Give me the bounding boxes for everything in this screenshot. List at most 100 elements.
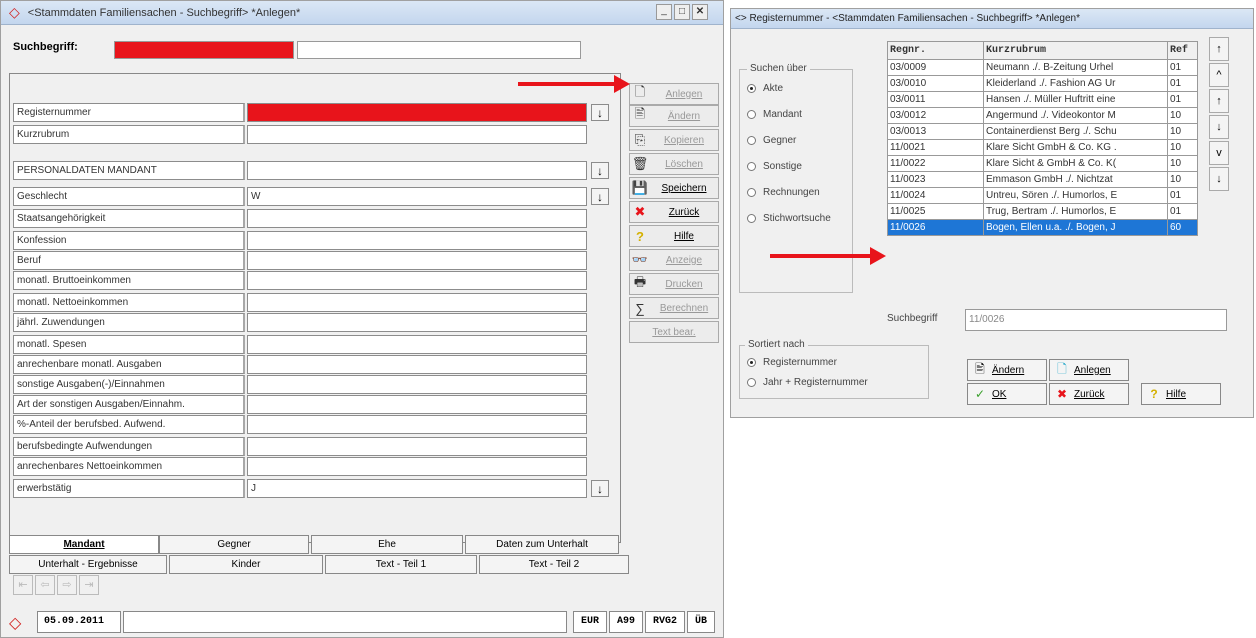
sort-option-jahr[interactable]: Jahr + Registernummer — [747, 377, 868, 388]
prev-record-icon[interactable]: ⇦ — [35, 575, 55, 595]
ok-button[interactable]: ✓ OK — [967, 383, 1047, 405]
field-input[interactable]: J — [247, 479, 587, 498]
radio-button[interactable] — [747, 136, 756, 145]
radio-registernummer[interactable] — [747, 358, 756, 367]
dropdown-arrow-icon[interactable]: ↓ — [591, 188, 609, 205]
table-cell: 03/0012 — [887, 107, 984, 124]
column-header[interactable]: Kurzrubrum — [983, 41, 1168, 60]
button-drucken[interactable]: 🖶 Drucken — [629, 273, 719, 295]
table-row[interactable]: 11/0026 Bogen, Ellen u.a. ./. Bogen, J 60 — [887, 219, 1198, 236]
checkmark-icon: ✓ — [974, 387, 986, 401]
field-input[interactable] — [247, 457, 587, 476]
scroll-top-icon[interactable]: ↑ — [1209, 37, 1229, 61]
search-input-red[interactable] — [114, 41, 294, 59]
tab-kinder[interactable]: Kinder — [169, 555, 323, 574]
button-zurück[interactable]: ✖ Zurück — [629, 201, 719, 223]
search-over-option[interactable]: Mandant — [747, 109, 802, 120]
close-icon[interactable]: ✕ — [692, 4, 708, 20]
tab-text-teil-1[interactable]: Text - Teil 1 — [325, 555, 477, 574]
maximize-icon[interactable]: □ — [674, 4, 690, 20]
table-row[interactable]: 03/0013 Containerdienst Berg ./. Schu 10 — [887, 123, 1198, 140]
last-record-icon[interactable]: ⇥ — [79, 575, 99, 595]
table-row[interactable]: 11/0024 Untreu, Sören ./. Humorlos, E 01 — [887, 187, 1198, 204]
radio-button[interactable] — [747, 162, 756, 171]
search-over-option[interactable]: Akte — [747, 83, 783, 94]
field-input[interactable] — [247, 161, 587, 180]
field-input[interactable] — [247, 415, 587, 434]
search-input[interactable] — [297, 41, 581, 59]
tab-gegner[interactable]: Gegner — [159, 535, 309, 554]
button-berechnen[interactable]: ∑ Berechnen — [629, 297, 719, 319]
tab-daten-zum-unterhalt[interactable]: Daten zum Unterhalt — [465, 535, 619, 554]
field-input[interactable] — [247, 103, 587, 122]
field-input[interactable] — [247, 251, 587, 270]
button-kopieren[interactable]: ⎘ Kopieren — [629, 129, 719, 151]
page-down-icon[interactable]: v — [1209, 141, 1229, 165]
dropdown-arrow-icon[interactable]: ↓ — [591, 162, 609, 179]
line-down-icon[interactable]: ↓ — [1209, 115, 1229, 139]
field-input[interactable] — [247, 375, 587, 394]
anlegen-button[interactable]: 🗋 Anlegen — [1049, 359, 1129, 381]
table-row[interactable]: 11/0022 Klare Sicht & GmbH & Co. K(10 — [887, 155, 1198, 172]
table-row[interactable]: 03/0010 Kleiderland ./. Fashion AG Ur 01 — [887, 75, 1198, 92]
button-hilfe[interactable]: ? Hilfe — [629, 225, 719, 247]
register-table[interactable]: Regnr. Kurzrubrum Ref 03/0009 Neumann ./. B… — [887, 41, 1198, 236]
table-row[interactable]: 03/0012 Angermund ./. Videokontor M 10 — [887, 107, 1198, 124]
button-löschen[interactable]: 🗑 Löschen — [629, 153, 719, 175]
first-record-icon[interactable]: ⇤ — [13, 575, 33, 595]
button-ändern[interactable]: 🖹 Ändern — [629, 105, 719, 127]
field-input[interactable] — [247, 125, 587, 144]
search-over-option[interactable]: Rechnungen — [747, 187, 820, 198]
stammdaten-titlebar: ◇ <Stammdaten Familiensachen - Suchbegri… — [1, 1, 723, 25]
table-row[interactable]: 03/0011 Hansen ./. Müller Huftritt eine 01 — [887, 91, 1198, 108]
tab-mandant[interactable]: Mandant — [9, 535, 159, 554]
button-text-bear-[interactable]: Text bear. — [629, 321, 719, 343]
line-up-icon[interactable]: ↑ — [1209, 89, 1229, 113]
dropdown-arrow-icon[interactable]: ↓ — [591, 104, 609, 121]
field-input[interactable] — [247, 335, 587, 354]
next-record-icon[interactable]: ⇨ — [57, 575, 77, 595]
radio-button[interactable] — [747, 214, 756, 223]
search-over-option[interactable]: Sonstige — [747, 161, 802, 172]
field-input[interactable] — [247, 437, 587, 456]
table-row[interactable]: 11/0025 Trug, Bertram ./. Humorlos, E 01 — [887, 203, 1198, 220]
field-input[interactable] — [247, 313, 587, 332]
suchbegriff-input[interactable]: 11/0026 — [965, 309, 1227, 331]
radio-button[interactable] — [747, 84, 756, 93]
field-input[interactable] — [247, 293, 587, 312]
tab-ehe[interactable]: Ehe — [311, 535, 463, 554]
minimize-icon[interactable]: _ — [656, 4, 672, 20]
column-header[interactable]: Ref — [1167, 41, 1198, 60]
radio-button[interactable] — [747, 188, 756, 197]
search-over-option[interactable]: Gegner — [747, 135, 796, 146]
column-header[interactable]: Regnr. — [887, 41, 984, 60]
table-row[interactable]: 03/0009 Neumann ./. B-Zeitung Urhel 01 — [887, 59, 1198, 76]
field-input[interactable]: W — [247, 187, 587, 206]
tab-text-teil-2[interactable]: Text - Teil 2 — [479, 555, 629, 574]
table-row[interactable]: 11/0021 Klare Sicht GmbH & Co. KG . 10 — [887, 139, 1198, 156]
tab-unterhalt-ergebnisse[interactable]: Unterhalt - Ergebnisse — [9, 555, 167, 574]
dropdown-arrow-icon[interactable]: ↓ — [591, 480, 609, 497]
search-over-option[interactable]: Stichwortsuche — [747, 213, 831, 224]
table-cell: 01 — [1167, 187, 1198, 204]
field-input[interactable] — [247, 209, 587, 228]
zurueck-button[interactable]: ✖ Zurück — [1049, 383, 1129, 405]
page-up-icon[interactable]: ^ — [1209, 63, 1229, 87]
radio-button[interactable] — [747, 110, 756, 119]
table-row[interactable]: 11/0023 Emmason GmbH ./. Nichtzat 10 — [887, 171, 1198, 188]
table-cell: 01 — [1167, 203, 1198, 220]
scroll-bottom-icon[interactable]: ↓ — [1209, 167, 1229, 191]
sort-option-registernummer[interactable]: Registernummer — [747, 357, 837, 368]
field-input[interactable] — [247, 395, 587, 414]
field-label: monatl. Bruttoeinkommen — [13, 271, 245, 290]
radio-jahr[interactable] — [747, 378, 756, 387]
field-input[interactable] — [247, 271, 587, 290]
field-input[interactable] — [247, 231, 587, 250]
highlight-arrow-anlegen — [518, 75, 630, 93]
field-input[interactable] — [247, 355, 587, 374]
button-anzeige[interactable]: 👓 Anzeige — [629, 249, 719, 271]
button-anlegen[interactable]: 🗋 Anlegen — [629, 83, 719, 105]
aendern-button[interactable]: 🖹 Ändern — [967, 359, 1047, 381]
button-speichern[interactable]: 💾 Speichern — [629, 177, 719, 199]
hilfe-button[interactable]: ? Hilfe — [1141, 383, 1221, 405]
